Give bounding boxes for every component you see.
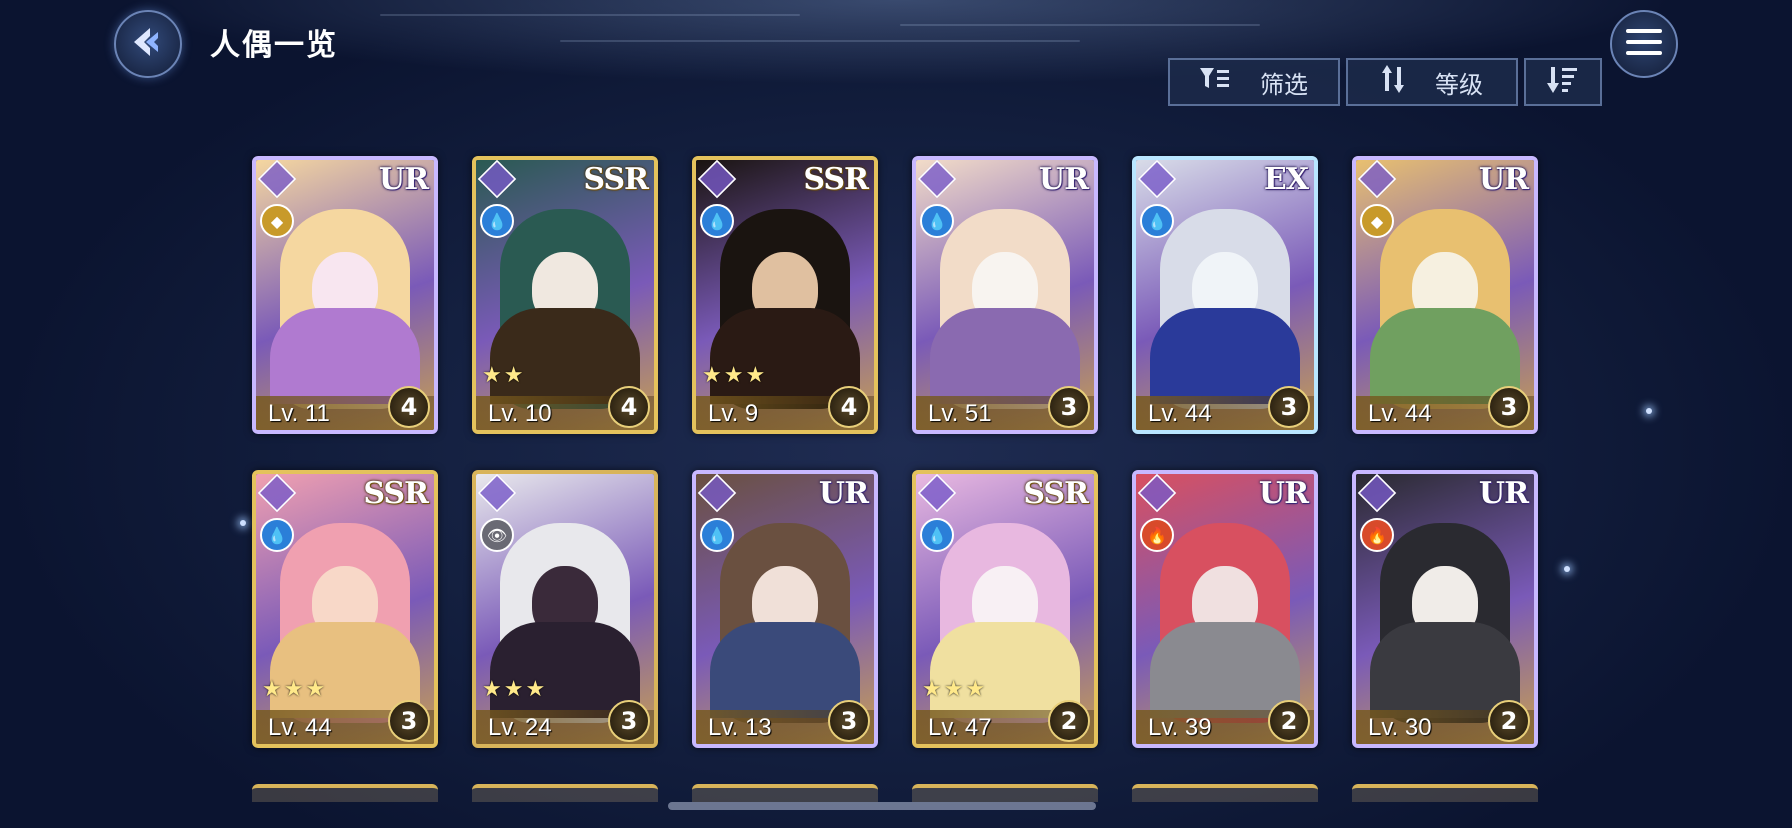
card-peek [1352,784,1538,802]
rarity-badge: UR [1038,162,1089,197]
hamburger-menu-icon [1626,27,1662,61]
card-peek [912,784,1098,802]
level-label: Lv. 30 [1368,714,1432,741]
card-peek [472,784,658,802]
water-ripple [380,14,800,16]
element-water-icon: 💧 [700,204,734,238]
element-none-icon: ◆ [1360,204,1394,238]
doll-card[interactable]: 🔥 UR Lv. 39 2 [1132,470,1318,748]
sparkle-particle [1646,408,1652,414]
rarity-badge: UR [818,476,869,511]
element-water-icon: 💧 [920,204,954,238]
doll-card[interactable]: 💧 UR Lv. 51 3 [912,156,1098,434]
level-label: Lv. 44 [268,714,332,741]
water-ripple [900,24,1260,26]
filter-button[interactable]: 筛选 [1168,58,1340,106]
count-badge: 4 [388,386,430,428]
rarity-badge: SSR [1023,476,1089,511]
level-label: Lv. 44 [1368,400,1432,427]
count-badge: 2 [1488,700,1530,742]
element-fire-icon: 🔥 [1140,518,1174,552]
count-badge: 3 [1488,386,1530,428]
element-fire-icon: 🔥 [1360,518,1394,552]
element-water-icon: 💧 [1140,204,1174,238]
doll-card[interactable]: 🔥 UR Lv. 30 2 [1352,470,1538,748]
page-title: 人偶一览 [210,28,338,63]
level-label: Lv. 51 [928,400,992,427]
count-badge: 3 [1048,386,1090,428]
count-badge: 3 [388,700,430,742]
count-badge: 3 [608,700,650,742]
level-label: Lv. 24 [488,714,552,741]
level-label: Lv. 39 [1148,714,1212,741]
count-badge: 2 [1048,700,1090,742]
filter-label: 筛选 [1260,70,1308,99]
doll-card[interactable]: ◆ UR Lv. 44 3 [1352,156,1538,434]
level-label: Lv. 47 [928,714,992,741]
rarity-badge: UR [1478,476,1529,511]
element-water-icon: 💧 [920,518,954,552]
star-rating: ★★ [482,363,526,388]
card-peek [692,784,878,802]
count-badge: 2 [1268,700,1310,742]
rarity-badge: SSR [583,162,649,197]
rarity-badge: UR [1258,476,1309,511]
sparkle-particle [1564,566,1570,572]
sort-level-button[interactable]: 等级 [1346,58,1518,106]
level-label: Lv. 13 [708,714,772,741]
star-rating: ★★★ [482,677,548,702]
level-label: Lv. 10 [488,400,552,427]
rarity-badge: EX [1263,162,1309,197]
star-rating: ★★★ [922,677,988,702]
star-rating: ★★★ [262,677,328,702]
element-water-icon: 💧 [480,204,514,238]
doll-card[interactable]: 👁 ★★★ Lv. 24 3 [472,470,658,748]
doll-card[interactable]: 💧 EX Lv. 44 3 [1132,156,1318,434]
element-none-icon: ◆ [260,204,294,238]
doll-card[interactable]: 💧 SSR ★★ Lv. 10 4 [472,156,658,434]
count-badge: 3 [1268,386,1310,428]
sort-arrows-icon [1381,65,1405,99]
rarity-badge: UR [1478,162,1529,197]
sort-order-button[interactable] [1524,58,1602,106]
level-label: Lv. 9 [708,400,759,427]
level-label: Lv. 11 [268,400,330,427]
scrollbar[interactable] [668,802,1096,810]
card-peek [1132,784,1318,802]
filter-icon [1200,66,1230,98]
level-label: Lv. 44 [1148,400,1212,427]
sparkle-particle [240,520,246,526]
element-water-icon: 💧 [700,518,734,552]
doll-card[interactable]: 💧 SSR ★★★ Lv. 47 2 [912,470,1098,748]
back-button[interactable] [114,10,182,78]
star-rating: ★★★ [702,363,768,388]
doll-card[interactable]: 💧 SSR ★★★ Lv. 9 4 [692,156,878,434]
card-peek [252,784,438,802]
rarity-badge: SSR [363,476,429,511]
count-badge: 4 [828,386,870,428]
count-badge: 3 [828,700,870,742]
water-ripple [560,40,1080,42]
rarity-badge: SSR [803,162,869,197]
back-arrow-icon [128,22,168,66]
menu-button[interactable] [1610,10,1678,78]
element-dark-icon: 👁 [480,518,514,552]
count-badge: 4 [608,386,650,428]
sort-descending-icon [1547,65,1579,99]
element-water-icon: 💧 [260,518,294,552]
doll-card[interactable]: ◆ UR Lv. 11 4 [252,156,438,434]
sort-label: 等级 [1435,70,1483,99]
doll-card[interactable]: 💧 SSR ★★★ Lv. 44 3 [252,470,438,748]
doll-card[interactable]: 💧 UR Lv. 13 3 [692,470,878,748]
rarity-badge: UR [378,162,429,197]
